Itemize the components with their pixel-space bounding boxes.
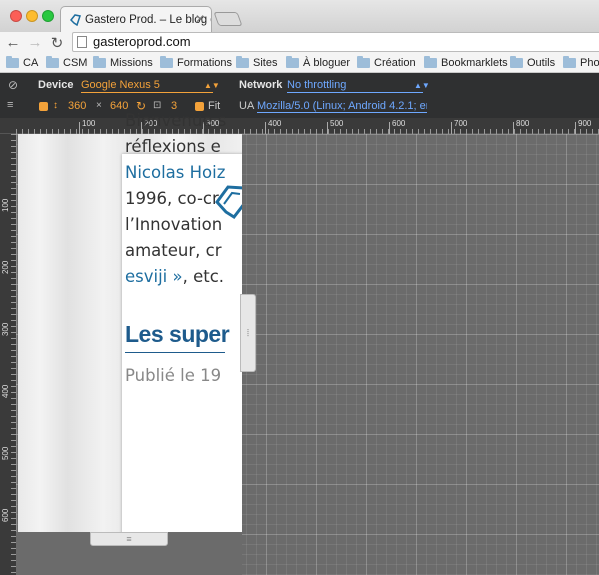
bookmark-folder[interactable]: Sites: [236, 56, 277, 69]
resolution-icon: ↕: [53, 100, 58, 111]
ruler-label: 300: [1, 322, 10, 336]
ruler-label: 600: [392, 119, 406, 128]
ruler-major-tick: [389, 122, 390, 134]
article-heading[interactable]: Les super: [125, 321, 230, 348]
folder-icon: [357, 56, 370, 68]
network-label: Network: [239, 79, 283, 91]
ruler-label: 100: [82, 119, 96, 128]
tab-close-icon[interactable]: ✕: [195, 12, 205, 26]
ruler-label: 800: [516, 119, 530, 128]
network-select-arrow-icon: ▲▼: [414, 81, 430, 90]
folder-icon: [93, 56, 106, 68]
ruler-label: 400: [268, 119, 282, 128]
site-favicon-icon: [69, 13, 81, 26]
ruler-label: 600: [1, 508, 10, 522]
folder-icon: [6, 56, 19, 68]
ruler-label: 200: [1, 260, 10, 274]
bookmarks-bar: CA CSM Missions Formations Sites À blogu…: [0, 54, 599, 73]
viewport-grid: [242, 134, 599, 575]
bookmark-folder[interactable]: CA: [6, 56, 38, 69]
ruler-major-tick: [327, 122, 328, 134]
zoom-window-button[interactable]: [42, 10, 54, 22]
bookmark-folder[interactable]: Outils: [510, 56, 555, 69]
ruler-major-tick: [513, 122, 514, 134]
no-entry-icon[interactable]: ⊘: [8, 78, 18, 92]
folder-icon: [563, 56, 576, 68]
device-select-arrow-icon: ▲▼: [204, 81, 220, 90]
close-window-button[interactable]: [10, 10, 22, 22]
width-value[interactable]: 360: [68, 100, 86, 112]
ruler-label: 100: [1, 198, 10, 212]
drawer-menu-icon[interactable]: ≡: [7, 99, 13, 111]
ruler-label: 500: [1, 446, 10, 460]
user-agent-field[interactable]: Mozilla/5.0 (Linux; Android 4.2.1; en: [257, 100, 427, 113]
bookmark-folder[interactable]: Missions: [93, 56, 153, 69]
bookmark-folder[interactable]: CSM: [46, 56, 87, 69]
ruler-label: 400: [1, 384, 10, 398]
minimize-window-button[interactable]: [26, 10, 38, 22]
resize-handle-right[interactable]: ⦙: [240, 294, 256, 372]
esviji-link[interactable]: esviji »: [125, 267, 183, 286]
resize-handle-bottom[interactable]: ≡: [90, 532, 168, 546]
ruler-label: 700: [454, 119, 468, 128]
new-tab-button[interactable]: [213, 12, 243, 26]
emulate-resolution-checkbox[interactable]: [39, 102, 48, 111]
folder-icon: [160, 56, 173, 68]
published-date: Publié le 19: [125, 366, 222, 385]
heading-divider: [125, 352, 225, 353]
ruler-major-tick: [451, 122, 452, 134]
bookmark-folder[interactable]: Création: [357, 56, 416, 69]
bookmark-folder[interactable]: Photo: [563, 56, 599, 69]
tab-title: Gastero Prod. – Le blog de: [85, 13, 212, 26]
reload-icon[interactable]: ↻: [48, 34, 66, 52]
horizontal-ruler: 100 200 300 400 500 600 700 800 900: [0, 118, 599, 134]
times-sign: ×: [96, 100, 102, 111]
address-url: gasteroprod.com: [93, 34, 191, 49]
device-mode-toolbar: ⊘ ≡ Device Google Nexus 5 ▲▼ Network No …: [0, 73, 599, 118]
ruler-major-tick: [265, 122, 266, 134]
folder-icon: [46, 56, 59, 68]
browser-tab[interactable]: Gastero Prod. – Le blog de ✕: [60, 6, 212, 32]
device-select[interactable]: Google Nexus 5: [81, 79, 213, 93]
ruler-label: 900: [578, 119, 592, 128]
bookmark-folder[interactable]: Bookmarklets: [424, 56, 508, 69]
page-icon: [77, 36, 87, 48]
ruler-major-tick: [79, 122, 80, 134]
ruler-major-tick: [575, 122, 576, 134]
address-bar[interactable]: gasteroprod.com: [72, 32, 599, 52]
vertical-ruler: 100 200 300 400 500 600: [0, 134, 16, 575]
ruler-label: 500: [330, 119, 344, 128]
folder-icon: [286, 56, 299, 68]
bookmark-folder[interactable]: Formations: [160, 56, 232, 69]
folder-icon: [510, 56, 523, 68]
back-arrow-icon[interactable]: ←: [4, 34, 22, 51]
intro-paragraph: Bienvenue s réflexions e Nicolas Hoiz 19…: [125, 108, 245, 290]
author-link[interactable]: Nicolas Hoiz: [125, 160, 245, 186]
folder-icon: [424, 56, 437, 68]
folder-icon: [236, 56, 249, 68]
network-select[interactable]: No throttling: [287, 79, 423, 93]
device-label: Device: [38, 79, 74, 91]
forward-arrow-icon[interactable]: →: [26, 34, 44, 51]
bookmark-folder[interactable]: À bloguer: [286, 56, 350, 69]
